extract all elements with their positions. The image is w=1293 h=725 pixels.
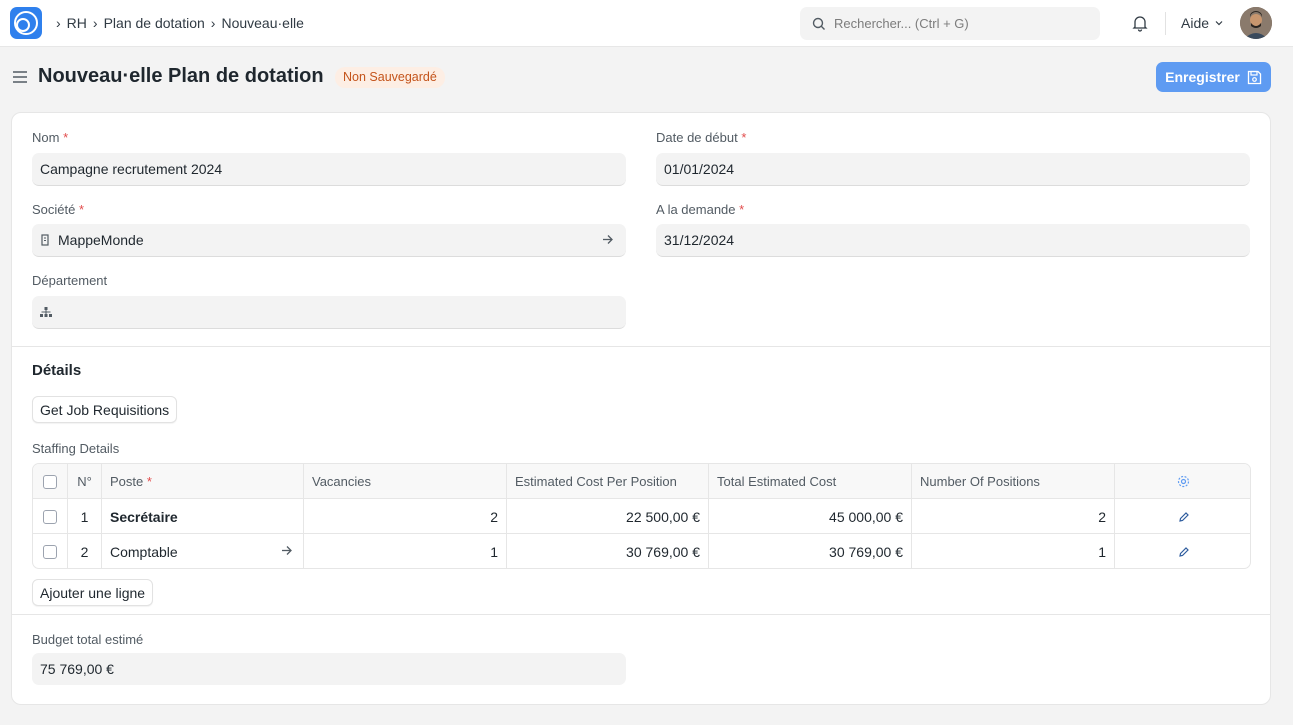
a-la-demande-label: A la demande * [656,202,745,217]
navbar-divider [1165,12,1166,35]
building-icon [40,234,50,246]
section-divider [12,346,1270,347]
row-poste[interactable]: Comptable [102,534,304,568]
save-button-label: Enregistrer [1165,69,1240,85]
row-vacancies[interactable]: 2 [304,499,507,534]
notification-bell-icon[interactable] [1131,14,1149,35]
row-total-cost: 30 769,00 € [709,534,912,568]
date-debut-value: 01/01/2024 [664,161,735,177]
row-select-cell [33,534,68,568]
row-checkbox[interactable] [43,544,57,559]
row-select-cell [33,499,68,534]
hierarchy-icon [40,307,52,317]
budget-total-field: 75 769,00 € [32,653,626,685]
floppy-disk-icon [1247,70,1261,84]
row-checkbox[interactable] [43,509,57,524]
table-row[interactable]: 1 Secrétaire 2 22 500,00 € 45 000,00 € 2 [33,499,1250,534]
row-edit-cell [1115,499,1250,534]
nom-field[interactable]: Campagne recrutement 2024 [32,153,626,186]
breadcrumb-item-current[interactable]: Nouveau·elle [221,15,304,31]
budget-total-label: Budget total estimé [32,632,144,647]
arrow-right-icon[interactable] [601,233,614,249]
page-title: Nouveau·elle Plan de dotation [38,65,324,87]
sidebar-toggle-icon[interactable] [13,70,27,87]
row-cost-per-position[interactable]: 30 769,00 € [507,534,709,568]
col-header-poste: Poste * [102,464,304,499]
status-badge: Non Sauvegardé [335,67,445,88]
date-debut-field[interactable]: 01/01/2024 [656,153,1250,186]
nom-label: Nom * [32,130,69,145]
a-la-demande-field[interactable]: 31/12/2024 [656,224,1250,257]
departement-label: Département [32,273,108,288]
col-header-cost-per-position: Estimated Cost Per Position [507,464,709,499]
breadcrumb: › RH › Plan de dotation › Nouveau·elle [56,15,310,31]
chevron-right-icon: › [92,15,98,31]
help-label: Aide [1181,15,1210,31]
col-header-no: N° [68,464,102,499]
user-avatar[interactable] [1240,7,1272,39]
societe-value: MappeMonde [58,232,144,248]
select-all-checkbox[interactable] [43,474,57,489]
row-number-of-positions[interactable]: 2 [912,499,1115,534]
breadcrumb-item-plan[interactable]: Plan de dotation [104,15,205,31]
col-header-total-cost: Total Estimated Cost [709,464,912,499]
details-section-title: Détails [32,362,82,379]
top-navbar: › RH › Plan de dotation › Nouveau·elle R… [0,0,1293,47]
search-input[interactable]: Rechercher... (Ctrl + G) [800,7,1100,40]
arrow-right-icon[interactable] [280,544,293,560]
staffing-details-table: N° Poste * Vacancies Estimated Cost Per … [32,463,1251,569]
societe-field[interactable]: MappeMonde [32,224,626,257]
chevron-down-icon [1215,21,1223,26]
a-la-demande-value: 31/12/2024 [664,232,735,248]
gear-icon[interactable] [1177,475,1190,488]
row-number-of-positions[interactable]: 1 [912,534,1115,568]
col-header-number-of-positions: Number Of Positions [912,464,1115,499]
edit-pencil-icon[interactable] [1178,546,1190,558]
chevron-right-icon: › [56,15,61,31]
add-row-button[interactable]: Ajouter une ligne [32,579,154,606]
row-total-cost: 45 000,00 € [709,499,912,534]
search-icon [812,17,825,30]
search-placeholder: Rechercher... (Ctrl + G) [834,16,969,31]
row-number: 2 [68,534,102,568]
column-settings-cell [1115,464,1250,499]
nom-value: Campagne recrutement 2024 [40,161,223,177]
row-number: 1 [68,499,102,534]
date-debut-label: Date de début * [656,130,747,145]
section-divider [12,614,1270,615]
chevron-right-icon: › [210,15,216,31]
select-all-cell [33,464,68,499]
save-button[interactable]: Enregistrer [1156,62,1271,92]
row-poste-value: Comptable [110,543,178,560]
form-card: Nom * Campagne recrutement 2024 Date de … [11,112,1271,705]
get-job-requisitions-button[interactable]: Get Job Requisitions [32,396,178,423]
edit-pencil-icon[interactable] [1178,511,1190,523]
table-row[interactable]: 2 Comptable 1 30 769,00 € 30 769,00 € 1 [33,534,1250,568]
societe-label: Société * [32,202,85,217]
row-poste[interactable]: Secrétaire [102,499,304,534]
table-header-row: N° Poste * Vacancies Estimated Cost Per … [33,464,1250,499]
departement-field[interactable] [32,296,626,329]
col-header-vacancies: Vacancies [304,464,507,499]
row-edit-cell [1115,534,1250,568]
app-logo[interactable] [10,7,42,39]
row-cost-per-position[interactable]: 22 500,00 € [507,499,709,534]
staffing-details-label: Staffing Details [32,441,120,456]
help-dropdown[interactable]: Aide [1181,15,1224,31]
row-vacancies[interactable]: 1 [304,534,507,568]
breadcrumb-item-rh[interactable]: RH [67,15,87,31]
budget-total-value: 75 769,00 € [40,661,114,677]
